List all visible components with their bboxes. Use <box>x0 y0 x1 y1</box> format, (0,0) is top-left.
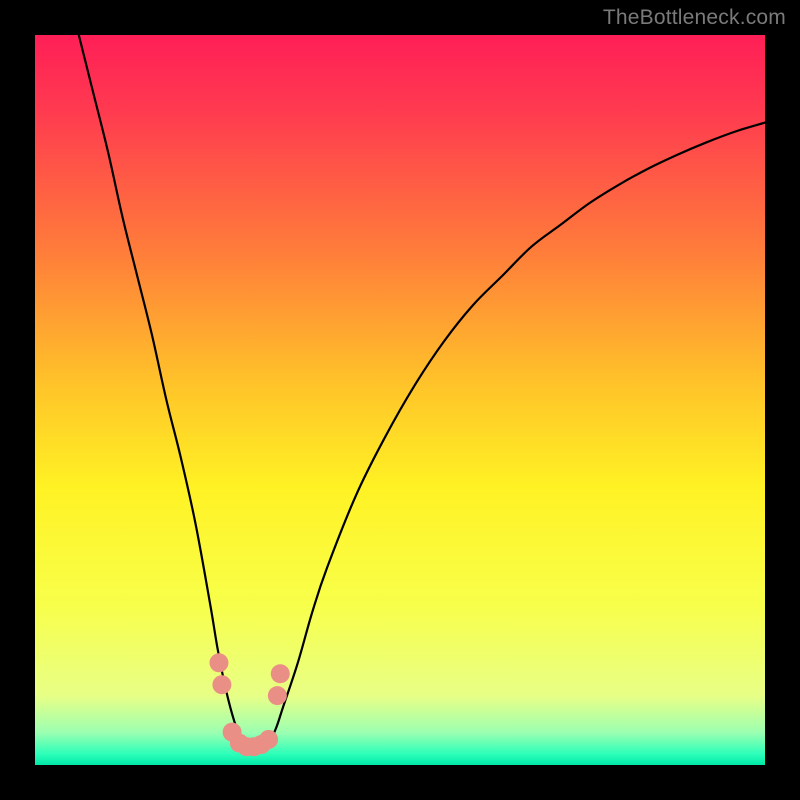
optimal-marker <box>259 730 278 749</box>
gradient-background <box>35 35 765 765</box>
optimal-marker <box>212 675 231 694</box>
watermark-text: TheBottleneck.com <box>603 6 786 30</box>
optimal-marker <box>271 664 290 683</box>
optimal-marker <box>209 653 228 672</box>
optimal-marker <box>268 686 287 705</box>
bottleneck-chart <box>35 35 765 765</box>
chart-area <box>35 35 765 765</box>
